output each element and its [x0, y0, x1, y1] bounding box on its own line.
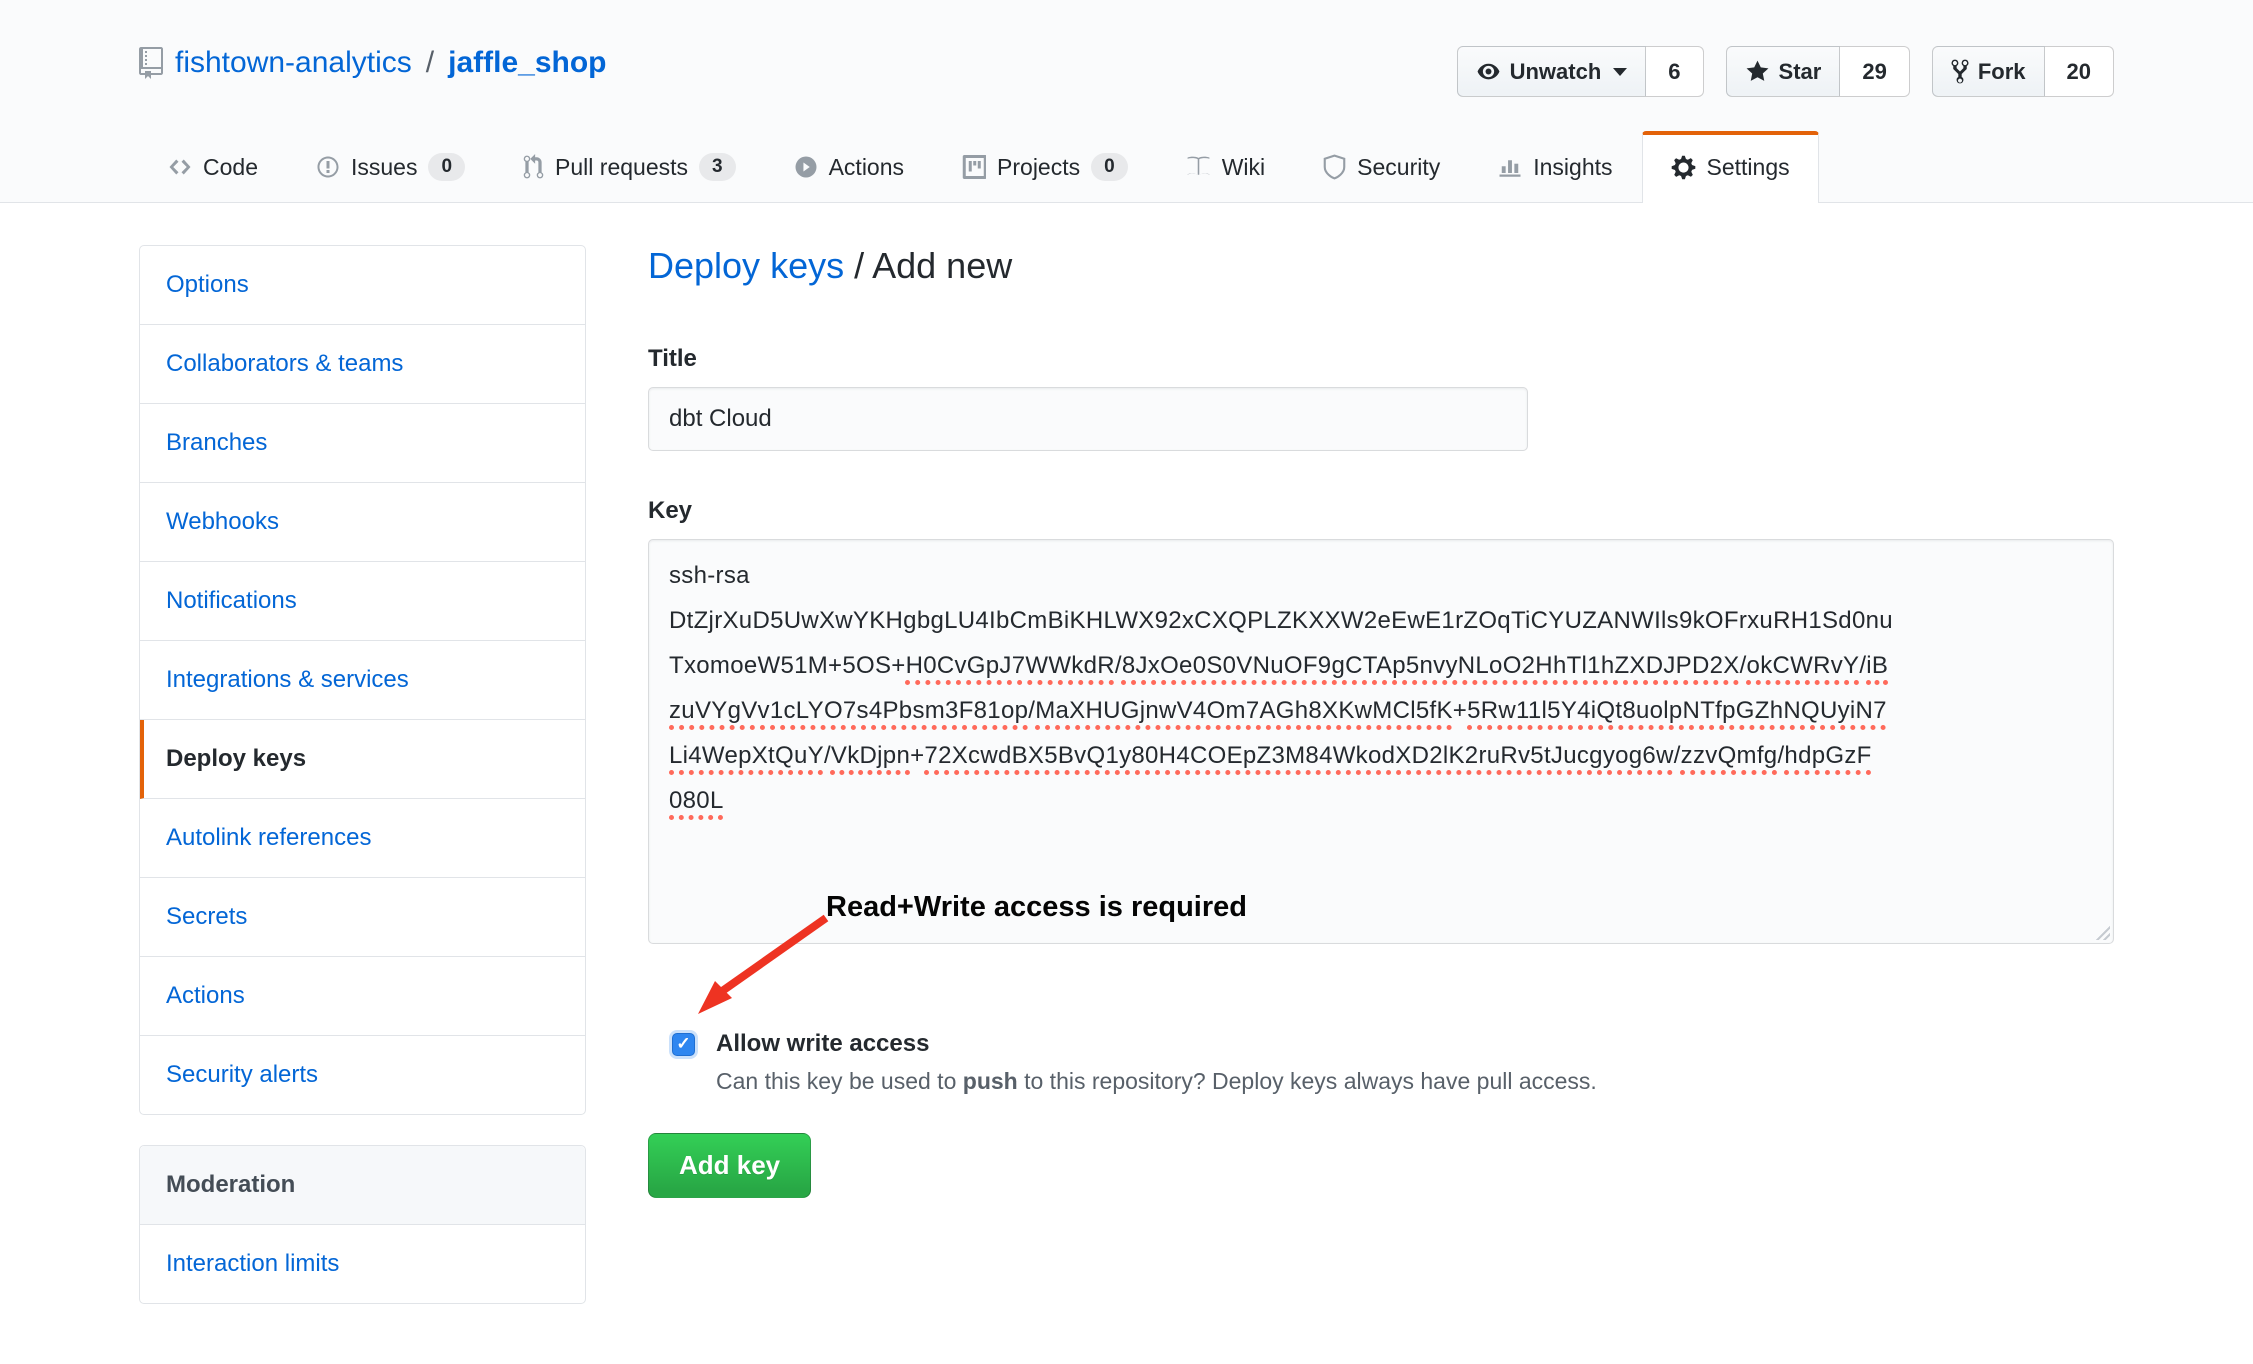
- moderation-heading: Moderation: [140, 1146, 585, 1225]
- deploy-key-form: Deploy keys / Add new Title Key ssh-rsaD…: [648, 245, 2114, 1304]
- allow-write-access-checkbox[interactable]: ✓: [672, 1033, 695, 1056]
- repo-book-icon: [139, 47, 163, 79]
- caret-down-icon: [1613, 68, 1627, 76]
- issue-icon: [316, 155, 340, 179]
- fork-button[interactable]: Fork: [1932, 46, 2045, 97]
- allow-write-access-label[interactable]: Allow write access: [716, 1030, 929, 1058]
- sidebar-item-autolink-references[interactable]: Autolink references: [140, 799, 585, 878]
- fork-icon: [1951, 58, 1969, 85]
- textarea-resize-handle[interactable]: [2093, 923, 2110, 940]
- title-input[interactable]: [648, 387, 1528, 451]
- tab-pull-requests[interactable]: Pull requests 3: [494, 131, 765, 202]
- settings-sidebar: OptionsCollaborators & teamsBranchesWebh…: [139, 245, 586, 1304]
- breadcrumb-current: Add new: [872, 245, 1012, 286]
- repo-owner-link[interactable]: fishtown-analytics: [175, 46, 412, 80]
- tab-label: Security: [1357, 154, 1440, 181]
- projects-counter: 0: [1091, 153, 1128, 181]
- moderation-menu: Moderation Interaction limits: [139, 1145, 586, 1304]
- sidebar-item-deploy-keys[interactable]: Deploy keys: [140, 720, 585, 799]
- tab-label: Projects: [997, 154, 1080, 181]
- stars-count[interactable]: 29: [1840, 46, 1909, 97]
- sidebar-item-actions[interactable]: Actions: [140, 957, 585, 1036]
- tab-label: Issues: [351, 154, 417, 181]
- watchers-count[interactable]: 6: [1646, 46, 1703, 97]
- project-board-icon: [962, 155, 986, 179]
- unwatch-button[interactable]: Unwatch: [1457, 46, 1647, 97]
- pull-requests-counter: 3: [699, 153, 736, 181]
- tab-wiki[interactable]: Wiki: [1157, 131, 1294, 202]
- eye-icon: [1476, 59, 1501, 84]
- fork-group: Fork 20: [1932, 46, 2114, 97]
- repo-separator: /: [424, 46, 436, 80]
- wiki-book-icon: [1186, 155, 1211, 180]
- title-label: Title: [648, 345, 2114, 373]
- sidebar-item-notifications[interactable]: Notifications: [140, 562, 585, 641]
- shield-icon: [1323, 154, 1346, 180]
- pull-request-icon: [523, 154, 544, 180]
- repo-title: fishtown-analytics / jaffle_shop: [139, 46, 606, 80]
- tab-code[interactable]: Code: [139, 131, 287, 202]
- key-label: Key: [648, 497, 2114, 525]
- add-key-button[interactable]: Add key: [648, 1133, 811, 1198]
- sidebar-item-security-alerts[interactable]: Security alerts: [140, 1036, 585, 1114]
- github-repo-settings-page: fishtown-analytics / jaffle_shop Unwatch: [0, 0, 2253, 1304]
- repo-social-actions: Unwatch 6 Star 29: [1457, 46, 2114, 97]
- star-icon: [1745, 59, 1770, 84]
- page-title: Deploy keys / Add new: [648, 245, 2114, 287]
- tab-insights[interactable]: Insights: [1469, 131, 1641, 202]
- breadcrumb-separator: /: [844, 245, 872, 286]
- graph-icon: [1498, 155, 1522, 179]
- key-text-line: Li4WepXtQuY/VkDjpn+72XcwdBX5BvQ1y80H4COE…: [669, 733, 2093, 778]
- key-text-line: 080L: [669, 778, 2093, 823]
- key-text-line: zuVYgVv1cLYO7s4Pbsm3F81op/MaXHUGjnwV4Om7…: [669, 688, 2093, 733]
- title-field-group: Title: [648, 345, 2114, 451]
- tab-label: Actions: [829, 154, 904, 181]
- sidebar-item-integrations-services[interactable]: Integrations & services: [140, 641, 585, 720]
- star-group: Star 29: [1726, 46, 1910, 97]
- gear-icon: [1671, 154, 1696, 181]
- tab-label: Insights: [1533, 154, 1612, 181]
- deploy-key-textarea[interactable]: ssh-rsaDtZjrXuD5UwXwYKHgbgLU4IbCmBiKHLWX…: [648, 539, 2114, 944]
- tab-actions[interactable]: Actions: [765, 131, 933, 202]
- tab-label: Wiki: [1222, 154, 1265, 181]
- settings-menu: OptionsCollaborators & teamsBranchesWebh…: [139, 245, 586, 1115]
- note-push: push: [963, 1068, 1018, 1094]
- repo-name-link[interactable]: jaffle_shop: [448, 46, 606, 80]
- unwatch-label: Unwatch: [1510, 59, 1602, 85]
- tab-settings[interactable]: Settings: [1642, 131, 1819, 203]
- sidebar-item-collaborators-teams[interactable]: Collaborators & teams: [140, 325, 585, 404]
- actions-play-icon: [794, 155, 818, 179]
- sidebar-item-secrets[interactable]: Secrets: [140, 878, 585, 957]
- tab-label: Settings: [1707, 154, 1790, 181]
- star-button[interactable]: Star: [1726, 46, 1841, 97]
- issues-counter: 0: [428, 153, 465, 181]
- sidebar-item-branches[interactable]: Branches: [140, 404, 585, 483]
- forks-count[interactable]: 20: [2045, 46, 2114, 97]
- tab-issues[interactable]: Issues 0: [287, 131, 494, 202]
- repo-tab-bar: Code Issues 0 Pull requests 3: [139, 131, 2114, 202]
- tab-label: Code: [203, 154, 258, 181]
- watch-group: Unwatch 6: [1457, 46, 1704, 97]
- allow-write-access-row: ✓ Allow write access: [648, 1030, 2114, 1058]
- note-suffix: to this repository? Deploy keys always h…: [1018, 1068, 1597, 1094]
- key-text-line: TxomoeW51M+5OS+H0CvGpJ7WWkdR/8JxOe0S0VNu…: [669, 643, 2093, 688]
- fork-label: Fork: [1978, 59, 2026, 85]
- key-text-line: ssh-rsa: [669, 553, 2093, 598]
- repo-header: fishtown-analytics / jaffle_shop Unwatch: [0, 0, 2253, 203]
- sidebar-item-options[interactable]: Options: [140, 246, 585, 325]
- tab-security[interactable]: Security: [1294, 131, 1469, 202]
- sidebar-item-webhooks[interactable]: Webhooks: [140, 483, 585, 562]
- key-field-group: Key ssh-rsaDtZjrXuD5UwXwYKHgbgLU4IbCmBiK…: [648, 497, 2114, 944]
- code-icon: [168, 155, 192, 179]
- sidebar-item-interaction-limits[interactable]: Interaction limits: [140, 1225, 585, 1303]
- star-label: Star: [1779, 59, 1822, 85]
- note-prefix: Can this key be used to: [716, 1068, 963, 1094]
- tab-projects[interactable]: Projects 0: [933, 131, 1157, 202]
- key-text-line: DtZjrXuD5UwXwYKHgbgLU4IbCmBiKHLWX92xCXQP…: [669, 598, 2093, 643]
- checkbox-help-text: Can this key be used to push to this rep…: [716, 1068, 2114, 1095]
- tab-label: Pull requests: [555, 154, 688, 181]
- breadcrumb-deploy-keys-link[interactable]: Deploy keys: [648, 245, 844, 286]
